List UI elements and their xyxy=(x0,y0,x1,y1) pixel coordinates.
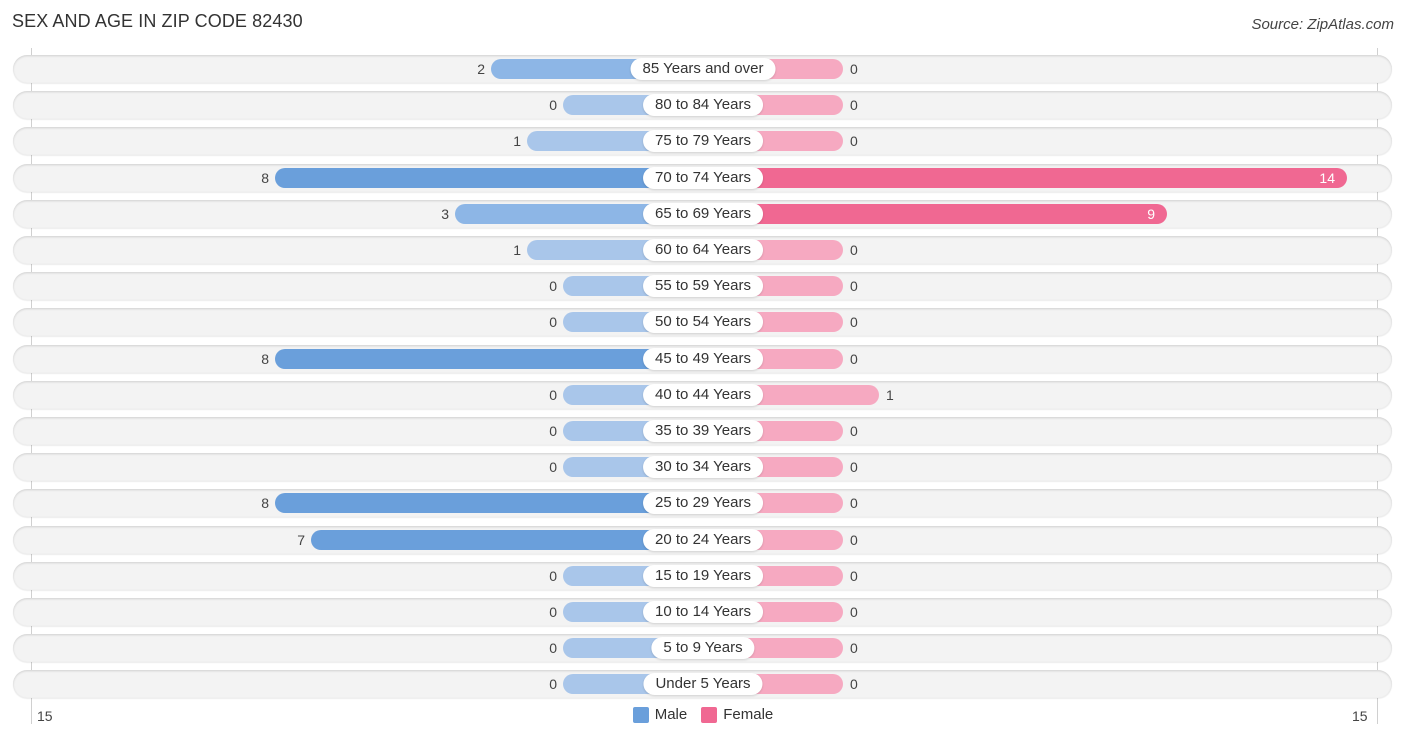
value-label-female: 0 xyxy=(850,61,858,77)
value-label-female: 9 xyxy=(1147,205,1155,222)
legend-swatch-male xyxy=(632,706,649,723)
value-label-female: 0 xyxy=(850,423,858,439)
bar-male[interactable] xyxy=(275,167,703,188)
value-label-female: 0 xyxy=(850,640,858,657)
category-label: 5 to 9 Years xyxy=(651,637,755,660)
value-label-female: 0 xyxy=(850,133,858,150)
category-label: 70 to 74 Years xyxy=(643,166,763,189)
category-label: 75 to 79 Years xyxy=(643,130,763,153)
value-label-male: 1 xyxy=(513,133,521,150)
value-label-female: 0 xyxy=(850,97,858,114)
value-label-male: 0 xyxy=(549,278,557,295)
legend-label-female: Female xyxy=(723,706,774,723)
value-label-male: 0 xyxy=(549,97,557,114)
category-label: 30 to 34 Years xyxy=(643,456,763,479)
category-label: Under 5 Years xyxy=(643,673,763,696)
value-label-female: 0 xyxy=(850,676,858,693)
value-label-female: 0 xyxy=(850,350,858,367)
value-label-male: 8 xyxy=(261,350,269,367)
value-label-female: 0 xyxy=(850,495,858,512)
value-label-female: 0 xyxy=(850,531,858,548)
value-label-male: 0 xyxy=(549,386,557,403)
value-label-male: 0 xyxy=(549,640,557,657)
value-label-male: 1 xyxy=(513,242,521,258)
value-label-male: 8 xyxy=(261,169,269,186)
category-label: 40 to 44 Years xyxy=(643,383,763,406)
value-label-female: 0 xyxy=(850,242,858,258)
category-label: 55 to 59 Years xyxy=(643,275,763,298)
category-label: 80 to 84 Years xyxy=(643,94,763,117)
category-label: 20 to 24 Years xyxy=(643,528,763,551)
value-label-female: 0 xyxy=(850,459,858,476)
bar-female[interactable] xyxy=(703,203,1167,224)
value-label-male: 0 xyxy=(549,604,557,620)
value-label-female: 1 xyxy=(886,386,894,403)
value-label-female: 0 xyxy=(850,604,858,620)
value-label-male: 0 xyxy=(549,459,557,476)
category-label: 60 to 64 Years xyxy=(643,239,763,261)
bar-male[interactable] xyxy=(275,493,703,514)
legend-label-male: Male xyxy=(654,706,688,723)
category-label: 50 to 54 Years xyxy=(643,311,763,334)
value-label-male: 0 xyxy=(549,676,557,693)
legend: Male Female xyxy=(0,706,1406,723)
category-label: 25 to 29 Years xyxy=(643,492,763,515)
value-label-male: 3 xyxy=(441,205,449,222)
legend-item-male[interactable]: Male xyxy=(632,706,688,723)
value-label-male: 0 xyxy=(549,423,557,439)
value-label-female: 0 xyxy=(850,278,858,295)
category-label: 15 to 19 Years xyxy=(643,564,763,587)
legend-item-female[interactable]: Female xyxy=(701,706,773,723)
value-label-female: 14 xyxy=(1319,169,1335,186)
value-label-male: 0 xyxy=(549,314,557,331)
bar-female[interactable] xyxy=(703,167,1347,188)
category-label: 10 to 14 Years xyxy=(643,601,763,623)
value-label-male: 0 xyxy=(549,567,557,584)
value-label-male: 2 xyxy=(477,61,485,77)
legend-swatch-female xyxy=(701,706,718,723)
value-label-female: 0 xyxy=(850,567,858,584)
value-label-female: 0 xyxy=(850,314,858,331)
category-label: 85 Years and over xyxy=(630,58,776,80)
bar-male[interactable] xyxy=(275,348,703,369)
value-label-male: 8 xyxy=(261,495,269,512)
category-label: 45 to 49 Years xyxy=(643,347,763,370)
category-label: 65 to 69 Years xyxy=(643,202,763,225)
population-pyramid-chart: 2 0 85 Years and over 0 0 80 to 84 Years 1 0 75 … xyxy=(0,0,1406,740)
value-label-male: 7 xyxy=(297,531,305,548)
category-label: 35 to 39 Years xyxy=(643,420,763,442)
